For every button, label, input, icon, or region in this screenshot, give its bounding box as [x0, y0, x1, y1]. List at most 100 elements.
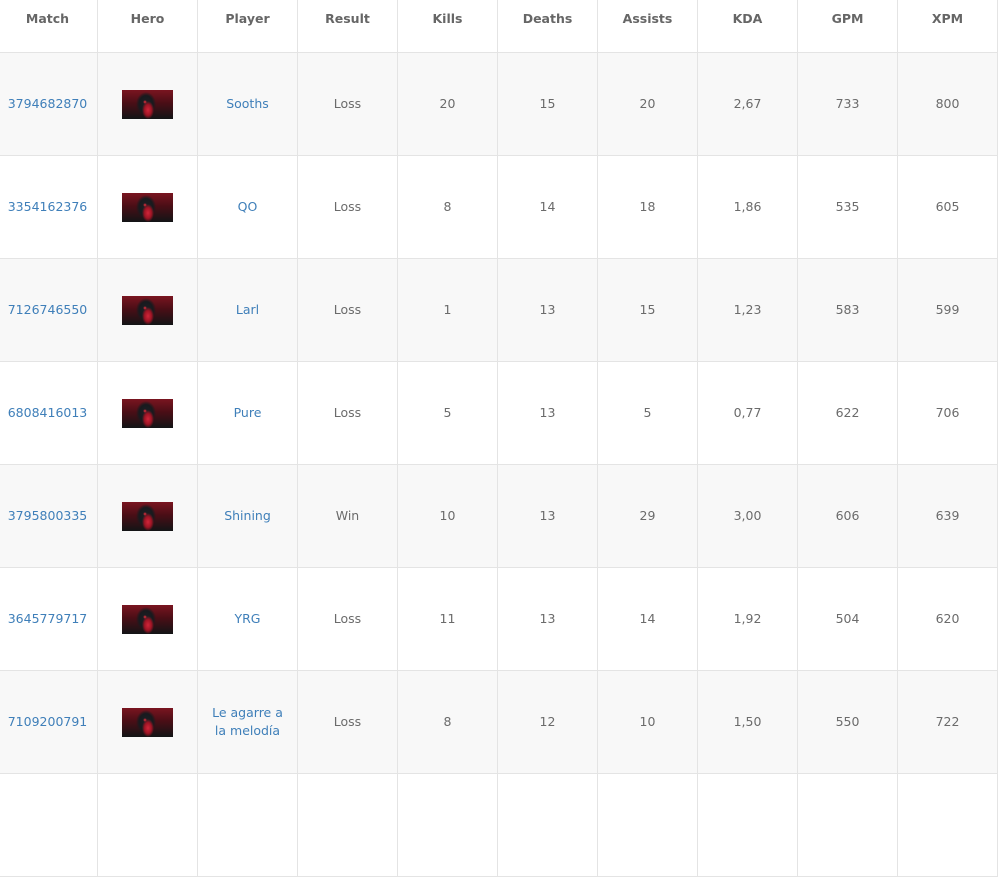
header-row: Match Hero Player Result Kills Deaths As…	[0, 0, 998, 53]
hero-cell	[97, 258, 198, 362]
player-name-link[interactable]: Pure	[234, 405, 262, 420]
empty-cell	[397, 773, 498, 877]
match-cell: 3795800335	[0, 464, 98, 568]
table-row: 3794682870 Sooths Loss 20 15 20 2,67 733…	[0, 52, 998, 156]
hero-portrait-icon[interactable]	[122, 707, 173, 737]
kda-cell: 1,50	[697, 670, 798, 774]
column-header-kda[interactable]: KDA	[697, 0, 798, 53]
match-id-link[interactable]: 7126746550	[8, 302, 88, 317]
gpm-cell: 622	[797, 361, 898, 465]
match-id-link[interactable]: 3794682870	[8, 96, 88, 111]
empty-cell	[697, 773, 798, 877]
xpm-cell: 800	[897, 52, 998, 156]
matches-table: Match Hero Player Result Kills Deaths As…	[0, 0, 998, 877]
hero-portrait-icon[interactable]	[122, 398, 173, 428]
kda-cell: 3,00	[697, 464, 798, 568]
player-name-link[interactable]: Sooths	[226, 96, 269, 111]
hero-cell	[97, 464, 198, 568]
deaths-cell: 12	[497, 670, 598, 774]
hero-portrait-icon[interactable]	[122, 295, 173, 325]
xpm-cell: 599	[897, 258, 998, 362]
player-cell: YRG	[197, 567, 298, 671]
assists-cell: 20	[597, 52, 698, 156]
assists-cell: 10	[597, 670, 698, 774]
gpm-cell: 583	[797, 258, 898, 362]
result-cell: Loss	[297, 361, 398, 465]
column-header-hero[interactable]: Hero	[97, 0, 198, 53]
assists-cell: 18	[597, 155, 698, 259]
match-id-link[interactable]: 3354162376	[8, 199, 88, 214]
hero-cell	[97, 155, 198, 259]
assists-cell: 15	[597, 258, 698, 362]
column-header-xpm[interactable]: XPM	[897, 0, 998, 53]
player-name-link[interactable]: Le agarre a la melodía	[212, 705, 283, 738]
kda-cell: 2,67	[697, 52, 798, 156]
kills-cell: 20	[397, 52, 498, 156]
xpm-cell: 706	[897, 361, 998, 465]
player-cell: Shining	[197, 464, 298, 568]
kills-cell: 8	[397, 155, 498, 259]
match-cell: 3645779717	[0, 567, 98, 671]
match-id-link[interactable]: 7109200791	[8, 714, 88, 729]
empty-cell	[897, 773, 998, 877]
deaths-cell: 13	[497, 361, 598, 465]
table-row: 3645779717 YRG Loss 11 13 14 1,92 504 62…	[0, 567, 998, 671]
kda-cell: 1,23	[697, 258, 798, 362]
empty-cell	[197, 773, 298, 877]
kda-cell: 0,77	[697, 361, 798, 465]
player-cell: Pure	[197, 361, 298, 465]
empty-cell	[797, 773, 898, 877]
match-cell: 7126746550	[0, 258, 98, 362]
hero-cell	[97, 670, 198, 774]
table-row: 3795800335 Shining Win 10 13 29 3,00 606…	[0, 464, 998, 568]
deaths-cell: 14	[497, 155, 598, 259]
table-row: 7126746550 Larl Loss 1 13 15 1,23 583 59…	[0, 258, 998, 362]
assists-cell: 29	[597, 464, 698, 568]
match-id-link[interactable]: 6808416013	[8, 405, 88, 420]
kills-cell: 11	[397, 567, 498, 671]
player-cell: Larl	[197, 258, 298, 362]
xpm-cell: 605	[897, 155, 998, 259]
column-header-gpm[interactable]: GPM	[797, 0, 898, 53]
gpm-cell: 606	[797, 464, 898, 568]
empty-cell	[497, 773, 598, 877]
column-header-result[interactable]: Result	[297, 0, 398, 53]
column-header-deaths[interactable]: Deaths	[497, 0, 598, 53]
match-cell: 6808416013	[0, 361, 98, 465]
hero-portrait-icon[interactable]	[122, 501, 173, 531]
column-header-kills[interactable]: Kills	[397, 0, 498, 53]
table-row	[0, 773, 998, 877]
column-header-match[interactable]: Match	[0, 0, 98, 53]
hero-portrait-icon[interactable]	[122, 192, 173, 222]
player-name-link[interactable]: YRG	[234, 611, 260, 626]
player-name-link[interactable]: Larl	[236, 302, 259, 317]
column-header-player[interactable]: Player	[197, 0, 298, 53]
empty-cell	[0, 773, 98, 877]
kda-cell: 1,86	[697, 155, 798, 259]
result-cell: Loss	[297, 567, 398, 671]
player-name-link[interactable]: Shining	[224, 508, 271, 523]
player-name-link[interactable]: QO	[238, 199, 258, 214]
match-id-link[interactable]: 3645779717	[8, 611, 88, 626]
kills-cell: 5	[397, 361, 498, 465]
match-id-link[interactable]: 3795800335	[8, 508, 88, 523]
player-cell: QO	[197, 155, 298, 259]
hero-portrait-icon[interactable]	[122, 89, 173, 119]
xpm-cell: 639	[897, 464, 998, 568]
gpm-cell: 550	[797, 670, 898, 774]
xpm-cell: 722	[897, 670, 998, 774]
match-cell: 7109200791	[0, 670, 98, 774]
result-cell: Win	[297, 464, 398, 568]
xpm-cell: 620	[897, 567, 998, 671]
kills-cell: 1	[397, 258, 498, 362]
hero-portrait-icon[interactable]	[122, 604, 173, 634]
gpm-cell: 535	[797, 155, 898, 259]
result-cell: Loss	[297, 155, 398, 259]
match-cell: 3794682870	[0, 52, 98, 156]
assists-cell: 5	[597, 361, 698, 465]
gpm-cell: 733	[797, 52, 898, 156]
empty-cell	[297, 773, 398, 877]
assists-cell: 14	[597, 567, 698, 671]
column-header-assists[interactable]: Assists	[597, 0, 698, 53]
kda-cell: 1,92	[697, 567, 798, 671]
